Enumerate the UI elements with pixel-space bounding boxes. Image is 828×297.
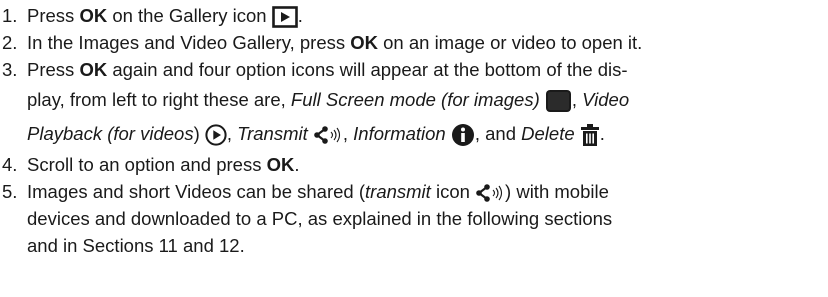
step-line-3: Playback (for videos) , Transmit , Infor… xyxy=(27,117,828,151)
step-3: 3. Press OK again and four option icons … xyxy=(0,56,828,151)
step-4: 4. Scroll to an option and press OK. xyxy=(0,151,828,178)
step-text: Scroll to an option and press xyxy=(27,154,267,175)
step-text: , xyxy=(342,123,354,144)
step-number: 3. xyxy=(2,59,18,80)
step-text: , xyxy=(571,89,583,110)
delete-label: Delete xyxy=(521,123,575,144)
step-number: 5. xyxy=(2,181,18,202)
instruction-list: 1. Press OK on the Gallery icon . 2. In … xyxy=(0,0,828,259)
info-icon xyxy=(451,123,475,147)
step-text: ) with mobile xyxy=(505,181,609,202)
fullscreen-icon xyxy=(545,89,572,113)
transmit-icon xyxy=(313,126,343,144)
transmit-label: transmit xyxy=(365,181,431,202)
step-5: 5. Images and short Videos can be shared… xyxy=(0,178,828,259)
step-text: , xyxy=(226,123,238,144)
ok-key: OK xyxy=(79,5,108,26)
play-circle-icon xyxy=(205,124,227,146)
step-text: . xyxy=(297,5,303,26)
step-text: again and four option icons will appear … xyxy=(107,59,628,80)
video-label: Video xyxy=(582,89,630,110)
step-text: icon xyxy=(430,181,476,202)
transmit-label: Transmit xyxy=(237,123,308,144)
step-text: . xyxy=(294,154,300,175)
playback-label: Playback (for videos xyxy=(27,123,194,144)
step-text: Press xyxy=(27,5,80,26)
information-label: Information xyxy=(353,123,446,144)
ok-key: OK xyxy=(350,32,378,53)
step-text: . xyxy=(599,123,605,144)
gallery-icon xyxy=(271,6,298,28)
step-1: 1. Press OK on the Gallery icon . xyxy=(0,2,828,29)
step-text: on an image or video to open it. xyxy=(378,32,643,53)
step-number: 1. xyxy=(2,5,18,26)
step-text: on the Gallery icon xyxy=(107,5,272,26)
step-2: 2. In the Images and Video Gallery, pres… xyxy=(0,29,828,56)
step-text: Press xyxy=(27,59,80,80)
transmit-icon xyxy=(475,184,505,202)
step-text: , and xyxy=(474,123,522,144)
step-number: 2. xyxy=(2,32,18,53)
trash-icon xyxy=(580,123,600,147)
step-text: In the Images and Video Gallery, press xyxy=(27,32,351,53)
step-text: devices and downloaded to a PC, as expla… xyxy=(27,208,613,229)
ok-key: OK xyxy=(266,154,295,175)
step-text: Images and short Videos can be shared ( xyxy=(27,181,366,202)
step-line-2: play, from left to right these are, Full… xyxy=(27,83,828,117)
step-text: and in Sections 11 and 12. xyxy=(27,235,245,256)
ok-key: OK xyxy=(79,59,108,80)
step-line-1: Press OK again and four option icons wil… xyxy=(27,56,828,83)
fullscreen-label: Full Screen mode (for images) xyxy=(290,89,540,110)
step-text: ) xyxy=(193,123,200,144)
step-number: 4. xyxy=(2,154,18,175)
step-text: play, from left to right these are, xyxy=(27,89,291,110)
